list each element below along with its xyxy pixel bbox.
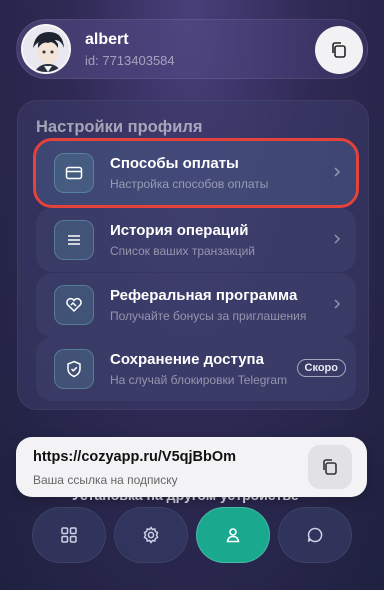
chat-icon	[307, 527, 323, 543]
nav-home-button[interactable]	[32, 507, 106, 563]
settings-title: Настройки профиля	[36, 118, 203, 136]
subscription-link-caption: Ваша ссылка на подписку	[33, 473, 178, 487]
grid-icon	[61, 527, 77, 543]
credit-card-icon	[54, 153, 94, 193]
subscription-link[interactable]: https://cozyapp.ru/V5qjBbOm	[33, 449, 236, 465]
copy-icon	[332, 42, 346, 58]
nav-support-button[interactable]	[278, 507, 352, 563]
user-id: id: 7713403584	[85, 53, 175, 68]
copy-link-button[interactable]	[308, 445, 352, 489]
menu-item-sub: Настройка способов оплаты	[110, 177, 269, 191]
copy-icon	[323, 459, 337, 475]
menu-item-payment-methods[interactable]: Способы оплаты Настройка способов оплаты	[33, 138, 359, 208]
subscription-link-toast: https://cozyapp.ru/V5qjBbOm Ваша ссылка …	[16, 437, 367, 497]
menu-item-access-backup[interactable]: Сохранение доступа На случай блокировки …	[36, 337, 356, 401]
nav-settings-button[interactable]	[114, 507, 188, 563]
soon-badge: Скоро	[296, 359, 346, 377]
heart-handshake-icon	[54, 285, 94, 325]
username: albert	[85, 31, 129, 48]
list-icon	[54, 220, 94, 260]
menu-item-label: История операций	[110, 222, 249, 239]
menu-item-sub: Список ваших транзакций	[110, 244, 256, 258]
menu-item-sub: На случай блокировки Telegram	[110, 373, 288, 387]
menu-item-label: Сохранение доступа	[110, 351, 264, 368]
settings-panel: Настройки профиля Способы оплаты Настрой…	[17, 100, 369, 410]
chevron-right-icon	[334, 234, 341, 244]
user-icon	[226, 528, 240, 543]
menu-item-referral-program[interactable]: Реферальная программа Получайте бонусы з…	[36, 273, 356, 337]
menu-item-label: Реферальная программа	[110, 287, 298, 304]
copy-id-button[interactable]	[315, 26, 363, 74]
chevron-right-icon	[334, 167, 341, 177]
gear-icon	[143, 526, 159, 544]
chevron-right-icon	[334, 299, 341, 309]
nav-profile-button[interactable]	[196, 507, 270, 563]
menu-item-label: Способы оплаты	[110, 155, 239, 172]
avatar	[21, 24, 71, 74]
profile-header: albert id: 7713403584	[16, 19, 368, 79]
shield-check-icon	[54, 349, 94, 389]
menu-item-sub: Получайте бонусы за приглашения	[110, 309, 307, 323]
menu-item-transaction-history[interactable]: История операций Список ваших транзакций	[36, 208, 356, 272]
